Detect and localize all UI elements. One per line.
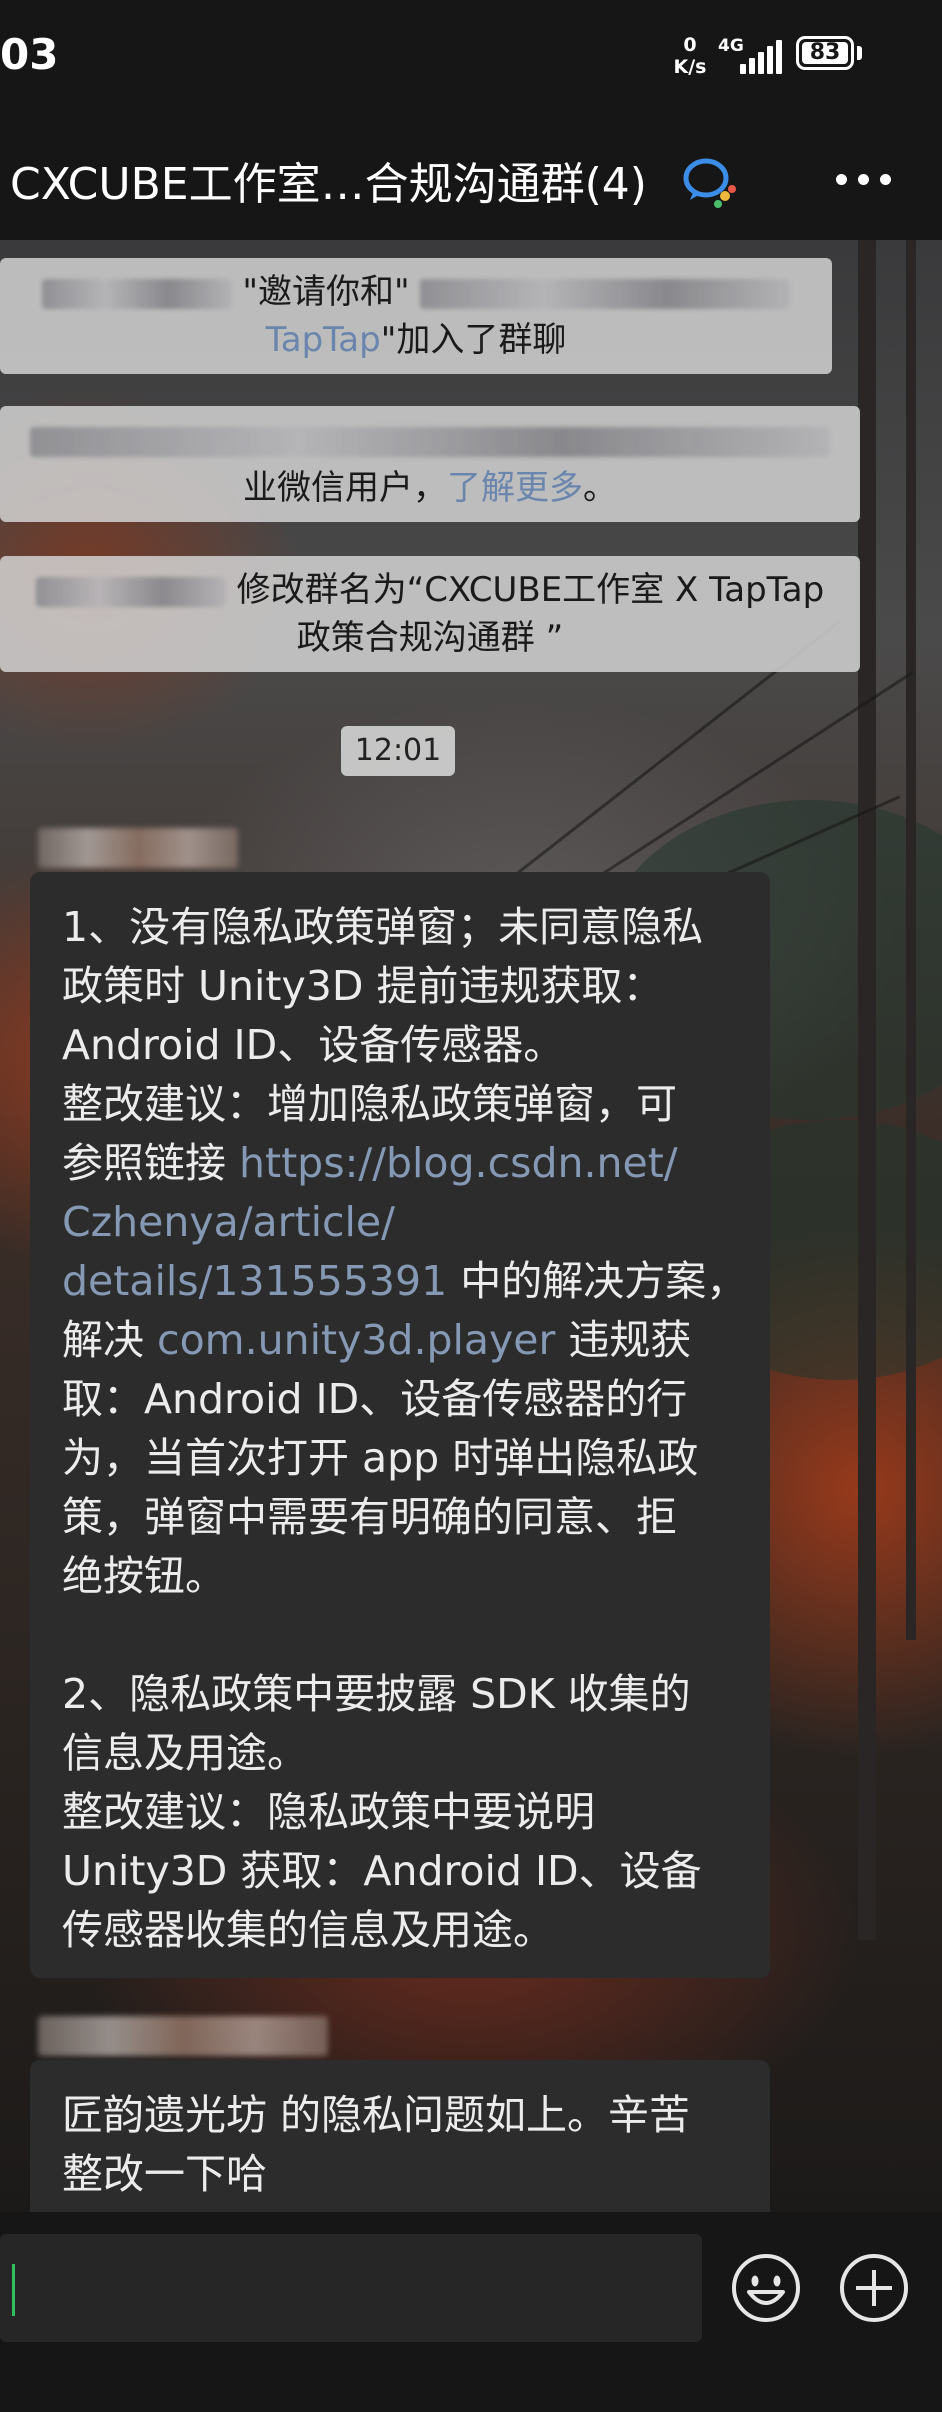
blog-url-link-cont[interactable]: Czhenya/article/ xyxy=(62,1193,736,1252)
tag-link[interactable]: TapTap xyxy=(266,320,381,360)
chat-header: CXCUBE工作室…合规沟通群(4) xyxy=(0,112,942,240)
text-cursor xyxy=(12,2264,15,2316)
sender-name-blurred xyxy=(38,828,238,868)
status-time: 03 xyxy=(0,30,59,79)
battery-cap xyxy=(857,46,862,60)
message-bubble[interactable]: 匠韵遗光坊 的隐私问题如上。辛苦 整改一下哈 xyxy=(30,2060,770,2212)
battery-icon: 83 xyxy=(796,36,854,70)
signal-bars-icon xyxy=(740,40,784,74)
system-notice-rename: 修改群名为“CXCUBE工作室 X TapTap 政策合规沟通群 ” xyxy=(0,556,860,672)
wecom-group-icon xyxy=(683,158,736,208)
blog-url-link-end[interactable]: details/131555391 xyxy=(62,1257,447,1305)
chat-input-bar xyxy=(0,2212,942,2412)
package-name-link[interactable]: com.unity3d.player xyxy=(157,1316,555,1364)
blog-url-link[interactable]: https://blog.csdn.net/ xyxy=(239,1139,678,1187)
status-bar: 03 0 K/s 4G 83 xyxy=(0,0,942,112)
plus-circle-icon[interactable] xyxy=(838,2252,910,2324)
learn-more-link[interactable]: 了解更多 xyxy=(447,468,583,508)
chat-title[interactable]: CXCUBE工作室…合规沟通群(4) xyxy=(10,148,647,212)
network-speed: 0 K/s xyxy=(673,34,707,78)
sender-name-blurred xyxy=(38,2016,328,2056)
system-notice-invite: "邀请你和" TapTap"加入了群聊 xyxy=(0,258,832,374)
system-notice-external: 业微信用户，了解更多。 xyxy=(0,406,860,522)
message-timestamp: 12:01 xyxy=(341,726,455,776)
smiley-face-icon[interactable] xyxy=(730,2252,802,2324)
more-options-icon[interactable] xyxy=(836,168,892,192)
battery-level: 83 xyxy=(802,42,848,64)
message-input[interactable] xyxy=(0,2234,702,2342)
message-bubble[interactable]: 1、没有隐私政策弹窗；未同意隐私 政策时 Unity3D 提前违规获取： And… xyxy=(30,872,770,1978)
